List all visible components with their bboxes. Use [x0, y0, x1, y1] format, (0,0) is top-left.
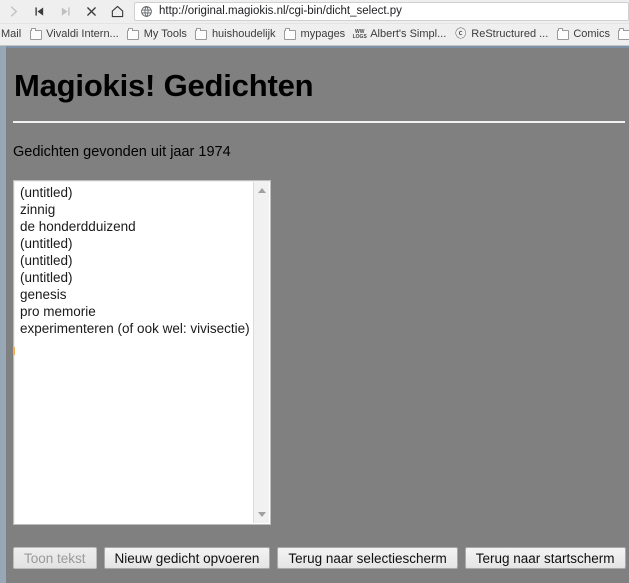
- browser-toolbar: http://original.magiokis.nl/cgi-bin/dich…: [0, 0, 629, 23]
- rewind-button[interactable]: [26, 0, 52, 23]
- bookmark-item-restructured[interactable]: ⓒ ReStructured ...: [451, 25, 553, 44]
- results-summary-text: Gedichten gevonden uit jaar 1974: [13, 144, 231, 160]
- listbox-scrollbar[interactable]: [253, 182, 269, 523]
- page-title: Magiokis! Gedichten: [14, 68, 314, 103]
- bookmark-item-vivaldi-internal[interactable]: Vivaldi Intern...: [26, 25, 124, 44]
- action-button-row: Toon tekst Nieuw gedicht opvoeren Terug …: [13, 547, 629, 569]
- close-x-icon: [86, 7, 96, 16]
- folder-icon: [284, 27, 297, 41]
- bookmark-label: My Tools: [143, 28, 187, 40]
- address-bar[interactable]: http://original.magiokis.nl/cgi-bin/dich…: [134, 2, 629, 21]
- list-item[interactable]: de honderdduizend: [14, 218, 254, 235]
- bookmark-item-my-tools[interactable]: My Tools: [124, 25, 192, 44]
- show-text-button[interactable]: Toon tekst: [13, 547, 97, 569]
- list-item[interactable]: pro memorie: [14, 303, 254, 320]
- list-item[interactable]: zinnig: [14, 201, 254, 218]
- globe-icon: [139, 5, 153, 19]
- bookmark-item-fine[interactable]: Fine: [615, 25, 629, 44]
- bookmark-label: Mail: [1, 28, 22, 40]
- page-content: Magiokis! Gedichten Gedichten gevonden u…: [6, 48, 629, 583]
- text-cursor-marker: [14, 347, 15, 355]
- back-to-start-button[interactable]: Terug naar startscherm: [464, 547, 626, 569]
- bookmark-label: mypages: [300, 28, 346, 40]
- fast-forward-button[interactable]: [52, 0, 78, 23]
- forward-arrow-icon: [10, 6, 17, 17]
- browser-chrome: http://original.magiokis.nl/cgi-bin/dich…: [0, 0, 629, 46]
- poem-listbox[interactable]: (untitled) zinnig de honderdduizend (unt…: [13, 180, 271, 525]
- scroll-up-arrow-icon[interactable]: [254, 183, 269, 198]
- folder-icon: [195, 27, 208, 41]
- url-text: http://original.magiokis.nl/cgi-bin/dich…: [159, 5, 402, 17]
- folder-icon: [127, 27, 140, 41]
- r-circle-icon: ⓒ: [455, 28, 467, 40]
- skip-forward-icon: [61, 7, 70, 16]
- list-item[interactable]: (untitled): [14, 184, 254, 201]
- bookmark-label: Vivaldi Intern...: [46, 28, 119, 40]
- folder-icon: [29, 27, 42, 41]
- list-item[interactable]: (untitled): [14, 252, 254, 269]
- folder-icon: [556, 27, 569, 41]
- poem-options: (untitled) zinnig de honderdduizend (unt…: [14, 184, 254, 524]
- poem-list-container: (untitled) zinnig de honderdduizend (unt…: [13, 180, 271, 525]
- stop-button[interactable]: [78, 0, 104, 23]
- bookmark-label: Comics: [573, 28, 610, 40]
- bookmark-label: ReStructured ...: [471, 28, 549, 40]
- list-item[interactable]: genesis: [14, 286, 254, 303]
- page-viewport: Magiokis! Gedichten Gedichten gevonden u…: [0, 46, 629, 583]
- new-poem-button[interactable]: Nieuw gedicht opvoeren: [103, 547, 271, 569]
- list-item[interactable]: experimenteren (of ook wel: vivisectie): [14, 320, 254, 337]
- list-item[interactable]: (untitled): [14, 235, 254, 252]
- list-item[interactable]: (untitled): [14, 269, 254, 286]
- home-icon: [111, 5, 123, 18]
- text-badge-icon: WW LOGS: [352, 28, 367, 40]
- bookmark-item-huishoudelijk[interactable]: huishoudelijk: [192, 25, 281, 44]
- bookmark-label: huishoudelijk: [211, 28, 276, 40]
- scroll-down-arrow-icon[interactable]: [254, 507, 269, 522]
- back-to-selection-button[interactable]: Terug naar selectiescherm: [277, 547, 458, 569]
- home-button[interactable]: [104, 0, 130, 23]
- forward-button[interactable]: [0, 0, 26, 23]
- bookmark-label: Albert's Simpl...: [370, 28, 447, 40]
- skip-back-icon: [34, 7, 43, 16]
- bookmark-item-mail[interactable]: Mail: [0, 25, 26, 44]
- bookmark-item-comics[interactable]: Comics: [553, 25, 615, 44]
- bookmark-bar: Mail Vivaldi Intern... My Tools huishoud…: [0, 23, 629, 45]
- bookmark-item-mypages[interactable]: mypages: [281, 25, 351, 44]
- folder-icon: [618, 27, 629, 41]
- bookmark-item-alberts-simpl[interactable]: WW LOGS Albert's Simpl...: [350, 25, 451, 44]
